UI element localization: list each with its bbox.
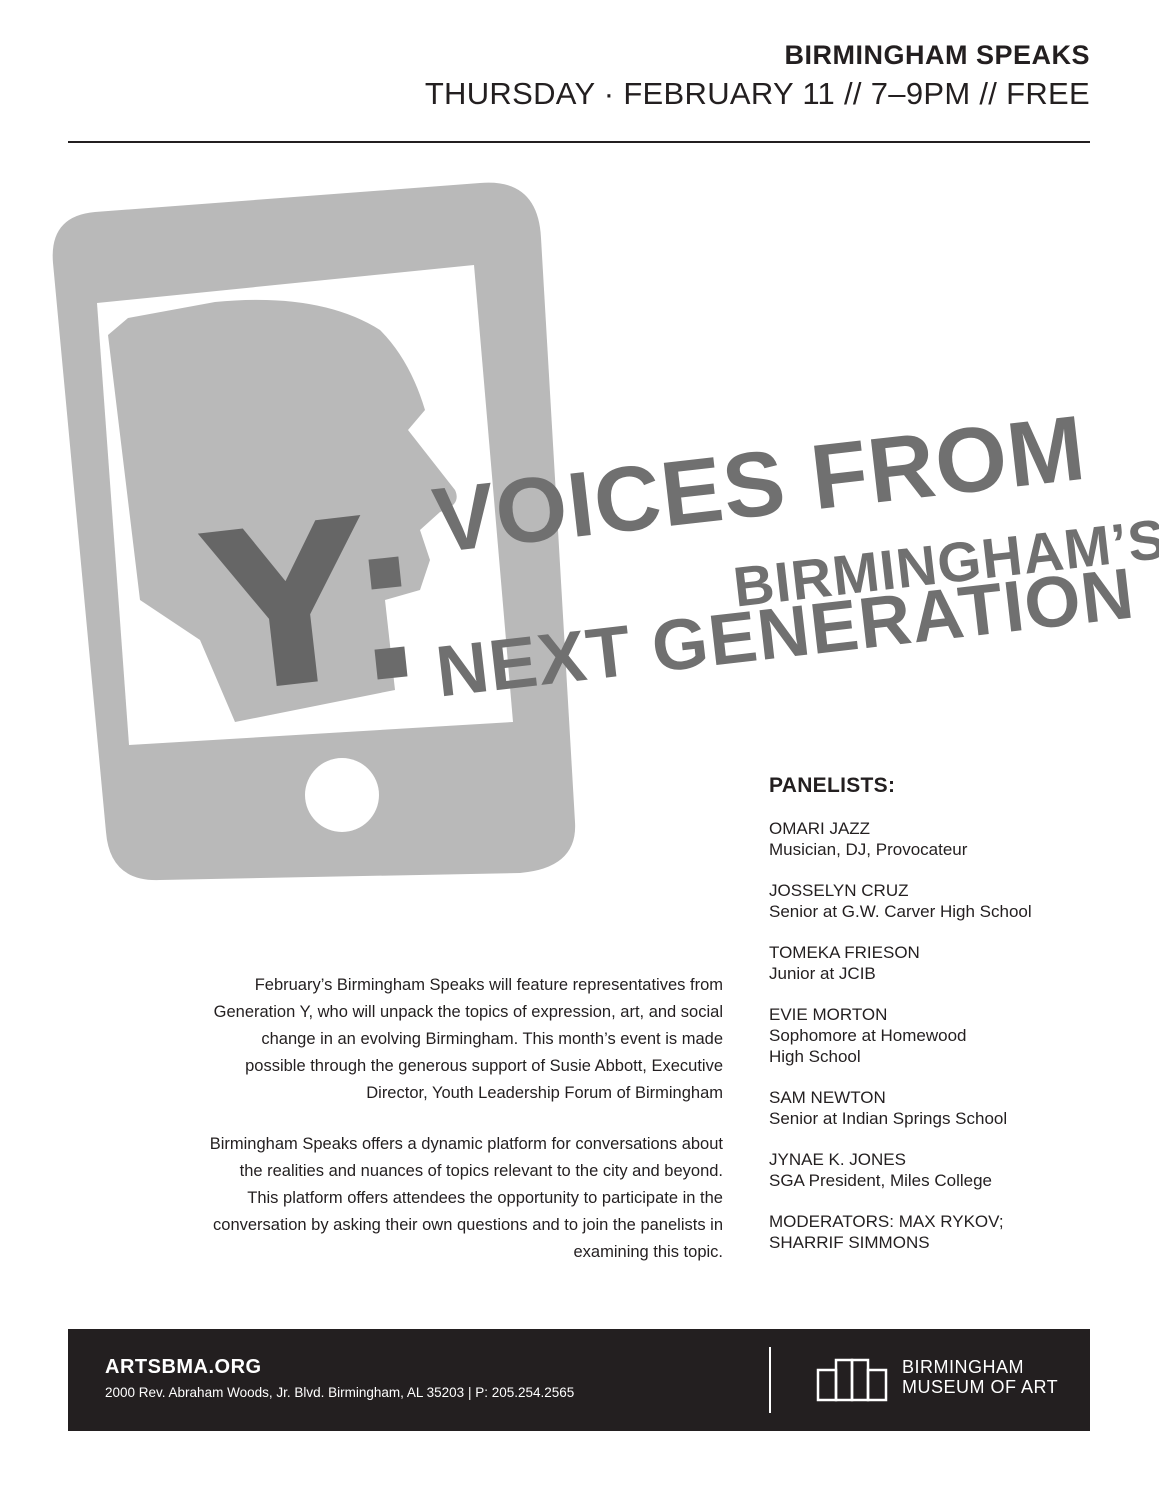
panelist-name: SAM NEWTON <box>769 1088 886 1107</box>
panelist: EVIE MORTON Sophomore at Homewood High S… <box>769 1004 1099 1067</box>
museum-name-line-1: BIRMINGHAM <box>902 1357 1024 1377</box>
description-paragraph-1: February’s Birmingham Speaks will featur… <box>213 976 723 1102</box>
panelist-name: JYNAE K. JONES <box>769 1150 906 1169</box>
museum-name-line-2: MUSEUM OF ART <box>902 1377 1059 1397</box>
moderators: MODERATORS: MAX RYKOV; SHARRIF SIMMONS <box>769 1212 1004 1252</box>
footer: ARTSBMA.ORG 2000 Rev. Abraham Woods, Jr.… <box>68 1329 1090 1431</box>
panelist: JOSSELYN CRUZ Senior at G.W. Carver High… <box>769 880 1099 922</box>
footer-divider <box>769 1347 771 1413</box>
panelist-role: Senior at G.W. Carver High School <box>769 902 1032 921</box>
panelist-name: JOSSELYN CRUZ <box>769 881 909 900</box>
address-phone: 2000 Rev. Abraham Woods, Jr. Blvd. Birmi… <box>105 1385 575 1400</box>
panelist-role: Junior at JCIB <box>769 964 876 983</box>
panelists-heading: PANELISTS: <box>769 774 896 797</box>
museum-name: BIRMINGHAM MUSEUM OF ART <box>902 1357 1058 1397</box>
panelist: JYNAE K. JONES SGA President, Miles Coll… <box>769 1149 1099 1191</box>
panelist-role: Musician, DJ, Provocateur <box>769 840 968 859</box>
panelists-section: PANELISTS: OMARI JAZZ Musician, DJ, Prov… <box>769 775 1099 1253</box>
panelist-name: EVIE MORTON <box>769 1005 888 1024</box>
museum-logo-icon <box>816 1358 888 1402</box>
website-link[interactable]: ARTSBMA.ORG <box>105 1356 262 1379</box>
panelist-role: SGA President, Miles College <box>769 1171 992 1190</box>
headline: Y VOICES FROM BIRMINGHAM’S NEXT GENERATI… <box>0 0 1159 900</box>
panelist: TOMEKA FRIESON Junior at JCIB <box>769 942 1099 984</box>
panelist-role: Sophomore at Homewood High School <box>769 1026 967 1066</box>
panelist-name: OMARI JAZZ <box>769 819 871 838</box>
description-paragraph-2: Birmingham Speaks offers a dynamic platf… <box>209 1135 723 1261</box>
headline-letter-y: Y <box>195 471 383 745</box>
panelist-role: Senior at Indian Springs School <box>769 1109 1008 1128</box>
panelist: SAM NEWTON Senior at Indian Springs Scho… <box>769 1087 1099 1129</box>
panelist-name: TOMEKA FRIESON <box>769 943 920 962</box>
panelist: OMARI JAZZ Musician, DJ, Provocateur <box>769 818 1099 860</box>
